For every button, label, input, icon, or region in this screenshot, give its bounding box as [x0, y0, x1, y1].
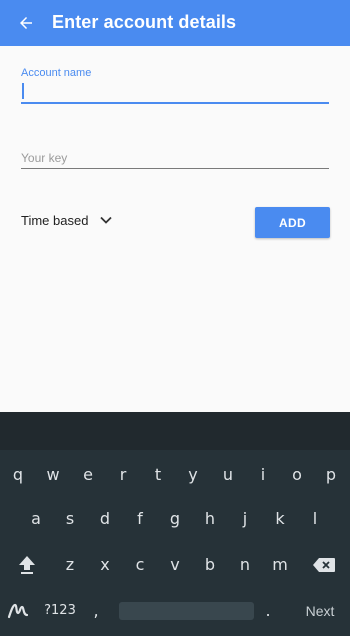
key-y[interactable]: y: [178, 460, 208, 490]
key-d[interactable]: d: [90, 504, 120, 534]
key-type-value: Time based: [21, 212, 89, 228]
account-name-label: Account name: [21, 67, 92, 79]
key-comma[interactable]: ,: [86, 596, 106, 626]
add-button[interactable]: ADD: [255, 207, 330, 238]
key-z[interactable]: z: [55, 550, 85, 580]
key-o[interactable]: o: [282, 460, 312, 490]
key-m[interactable]: m: [265, 550, 295, 580]
account-name-input[interactable]: [21, 80, 329, 102]
page-title: Enter account details: [52, 12, 237, 32]
shift-key[interactable]: [12, 550, 42, 580]
key-c[interactable]: c: [125, 550, 155, 580]
keyboard-suggestion-strip: [0, 412, 350, 450]
symbols-key[interactable]: ?123: [40, 596, 80, 626]
key-j[interactable]: j: [230, 504, 260, 534]
key-p[interactable]: p: [316, 460, 346, 490]
key-type-dropdown[interactable]: Time based: [21, 210, 113, 230]
next-key[interactable]: Next: [300, 599, 340, 623]
key-u[interactable]: u: [213, 460, 243, 490]
key-v[interactable]: v: [160, 550, 190, 580]
key-field-wrap: [21, 148, 329, 169]
backspace-key[interactable]: [306, 550, 342, 580]
key-r[interactable]: r: [108, 460, 138, 490]
text-cursor: [22, 83, 24, 99]
key-a[interactable]: a: [21, 504, 51, 534]
key-period[interactable]: .: [258, 596, 278, 626]
key-n[interactable]: n: [230, 550, 260, 580]
space-key[interactable]: [119, 602, 254, 620]
account-name-field-wrap: [21, 80, 329, 104]
key-f[interactable]: f: [125, 504, 155, 534]
key-input[interactable]: [21, 148, 329, 168]
key-b[interactable]: b: [195, 550, 225, 580]
key-i[interactable]: i: [248, 460, 278, 490]
backspace-icon: [313, 558, 335, 572]
chevron-down-icon: [100, 216, 113, 224]
key-w[interactable]: w: [38, 460, 68, 490]
app-bar: Enter account details: [0, 0, 350, 46]
key-s[interactable]: s: [55, 504, 85, 534]
handwriting-key[interactable]: [4, 595, 32, 625]
key-x[interactable]: x: [90, 550, 120, 580]
key-e[interactable]: e: [73, 460, 103, 490]
handwriting-icon: [7, 603, 29, 619]
arrow-back-icon: [20, 17, 32, 29]
key-h[interactable]: h: [195, 504, 225, 534]
key-l[interactable]: l: [300, 504, 330, 534]
shift-icon: [19, 556, 35, 574]
back-button[interactable]: [12, 9, 40, 37]
key-t[interactable]: t: [143, 460, 173, 490]
soft-keyboard: q w e r t y u i o p a s d f g h j k l z …: [0, 412, 350, 636]
key-k[interactable]: k: [265, 504, 295, 534]
key-g[interactable]: g: [160, 504, 190, 534]
key-q[interactable]: q: [3, 460, 33, 490]
